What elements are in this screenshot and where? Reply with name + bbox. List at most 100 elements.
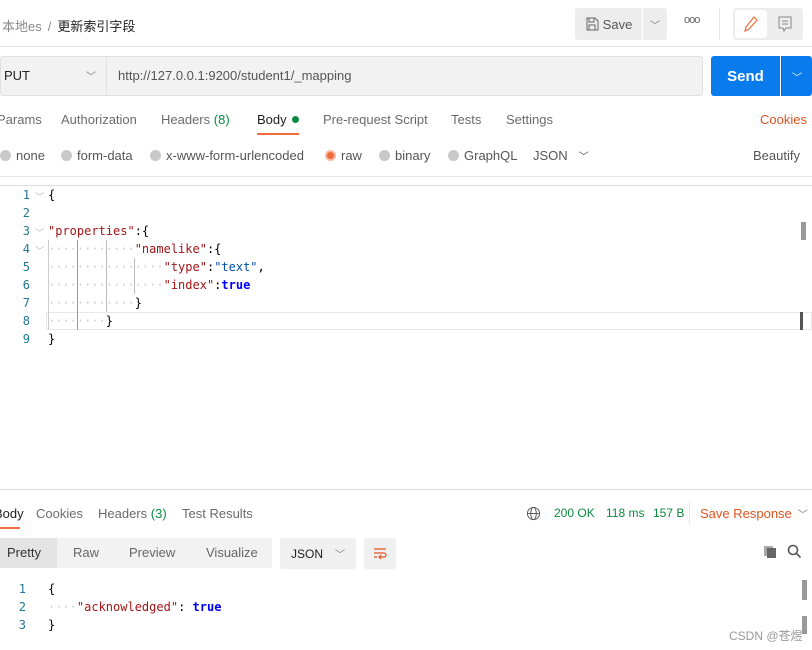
save-label: Save: [602, 16, 633, 32]
divider: [719, 8, 720, 40]
line-number: 5: [22, 260, 30, 274]
wrap-lines-icon[interactable]: [364, 538, 396, 569]
tab-label: Headers: [161, 112, 211, 127]
scrollbar[interactable]: [801, 222, 806, 240]
scrollbar[interactable]: [802, 580, 807, 600]
search-icon[interactable]: [787, 544, 802, 562]
watermark: CSDN @苍煜: [729, 629, 803, 643]
divider: [689, 502, 690, 524]
tab-authorization[interactable]: Authorization: [61, 112, 137, 127]
response-size[interactable]: 157 B: [653, 506, 684, 520]
radio-selected-icon: [325, 150, 336, 161]
current-line-highlight: [46, 312, 812, 330]
view-raw[interactable]: Raw: [73, 545, 99, 560]
cookies-link[interactable]: Cookies: [760, 112, 807, 127]
response-format-select[interactable]: JSON ﹀: [280, 538, 356, 569]
send-button[interactable]: Send: [711, 56, 780, 96]
chevron-down-icon: ﹀: [578, 152, 589, 163]
line-number: 6: [22, 278, 30, 292]
radio-icon: [0, 150, 11, 161]
radio-label: none: [16, 148, 45, 163]
line-number: 3: [22, 224, 30, 238]
active-tab-underline: [0, 527, 20, 529]
code-line: {: [48, 188, 56, 202]
code-line: }: [48, 332, 56, 346]
radio-urlencoded[interactable]: x-www-form-urlencoded: [150, 148, 304, 163]
tab-params[interactable]: Params: [0, 112, 42, 127]
line-number: 2: [22, 206, 30, 220]
radio-label: binary: [395, 148, 431, 163]
response-tab-cookies[interactable]: Cookies: [36, 506, 83, 521]
more-options-icon[interactable]: ooo: [684, 14, 700, 26]
radio-label: form-data: [77, 148, 133, 163]
radio-icon: [61, 150, 72, 161]
tab-tests[interactable]: Tests: [451, 112, 481, 127]
radio-icon: [379, 150, 390, 161]
save-button[interactable]: Save: [575, 8, 642, 40]
breadcrumb-request[interactable]: 更新索引字段: [57, 19, 135, 34]
line-number: 1: [22, 188, 30, 202]
format-label: JSON: [533, 148, 568, 163]
send-dropdown-chevron-icon[interactable]: ﹀: [781, 56, 812, 96]
radio-raw[interactable]: raw: [325, 148, 362, 163]
method-chevron-down-icon[interactable]: ﹀: [86, 68, 96, 83]
scrollbar-marker: [800, 312, 803, 330]
breadcrumb-separator: /: [47, 19, 52, 34]
line-number: 9: [22, 332, 30, 346]
code-line: "properties":{: [48, 224, 150, 238]
body-format-select[interactable]: JSON ﹀: [533, 148, 589, 163]
view-preview[interactable]: Preview: [129, 545, 175, 560]
radio-label: GraphQL: [464, 148, 518, 163]
comment-icon[interactable]: [769, 10, 801, 38]
line-number: 1: [18, 582, 26, 596]
chevron-down-icon: ﹀: [335, 550, 345, 561]
tab-settings[interactable]: Settings: [506, 112, 553, 127]
radio-binary[interactable]: binary: [379, 148, 430, 163]
url-input[interactable]: http://127.0.0.1:9200/student1/_mapping: [118, 68, 351, 83]
code-line: ················"index":true: [48, 278, 251, 292]
view-pretty[interactable]: Pretty: [7, 545, 41, 560]
code-line: ················"type":"text",: [48, 260, 265, 274]
code-line: ············"namelike":{: [48, 242, 222, 256]
tab-label: Body: [257, 112, 287, 127]
body-indicator-dot: [291, 116, 299, 123]
status-code[interactable]: 200 OK: [554, 506, 595, 520]
response-tab-headers[interactable]: Headers (3): [98, 506, 167, 521]
code-line: ········}: [48, 314, 114, 328]
divider: [0, 176, 812, 177]
save-icon: [586, 17, 599, 31]
save-dropdown-chevron-icon[interactable]: ﹀: [643, 8, 667, 40]
method-select[interactable]: PUT: [4, 68, 30, 83]
chevron-down-icon: ﹀: [797, 510, 808, 521]
save-response-button[interactable]: Save Response ﹀: [700, 506, 808, 521]
breadcrumb-collection[interactable]: 本地es: [2, 19, 42, 34]
radio-label: raw: [341, 148, 362, 163]
code-line: ············}: [48, 296, 142, 310]
fold-chevron-icon[interactable]: ﹀: [35, 190, 44, 203]
response-tab-test-results[interactable]: Test Results: [182, 506, 253, 521]
response-tab-body[interactable]: Body: [0, 506, 24, 521]
fold-chevron-icon[interactable]: ﹀: [35, 226, 44, 239]
radio-graphql[interactable]: GraphQL: [448, 148, 517, 163]
tab-headers[interactable]: Headers (8): [161, 112, 230, 127]
response-time[interactable]: 118 ms: [606, 506, 644, 520]
tab-pre-request-script[interactable]: Pre-request Script: [323, 112, 428, 127]
radio-none[interactable]: none: [0, 148, 45, 163]
line-number: 7: [22, 296, 30, 310]
tab-label: Headers: [98, 506, 148, 521]
response-code-line: {: [48, 582, 56, 596]
view-visualize[interactable]: Visualize: [206, 545, 258, 560]
line-number: 3: [18, 618, 26, 632]
line-number: 2: [18, 600, 26, 614]
radio-form-data[interactable]: form-data: [61, 148, 133, 163]
globe-icon[interactable]: [526, 506, 541, 524]
save-response-label: Save Response: [700, 506, 792, 521]
tab-body[interactable]: Body: [257, 112, 299, 127]
divider: [106, 57, 107, 95]
copy-icon[interactable]: [763, 545, 777, 562]
fold-chevron-icon[interactable]: ﹀: [35, 244, 44, 257]
beautify-button[interactable]: Beautify: [753, 148, 800, 163]
breadcrumb: 本地es / 更新索引字段: [2, 16, 135, 35]
edit-pencil-icon[interactable]: [735, 10, 767, 38]
active-tab-underline: [257, 133, 299, 135]
